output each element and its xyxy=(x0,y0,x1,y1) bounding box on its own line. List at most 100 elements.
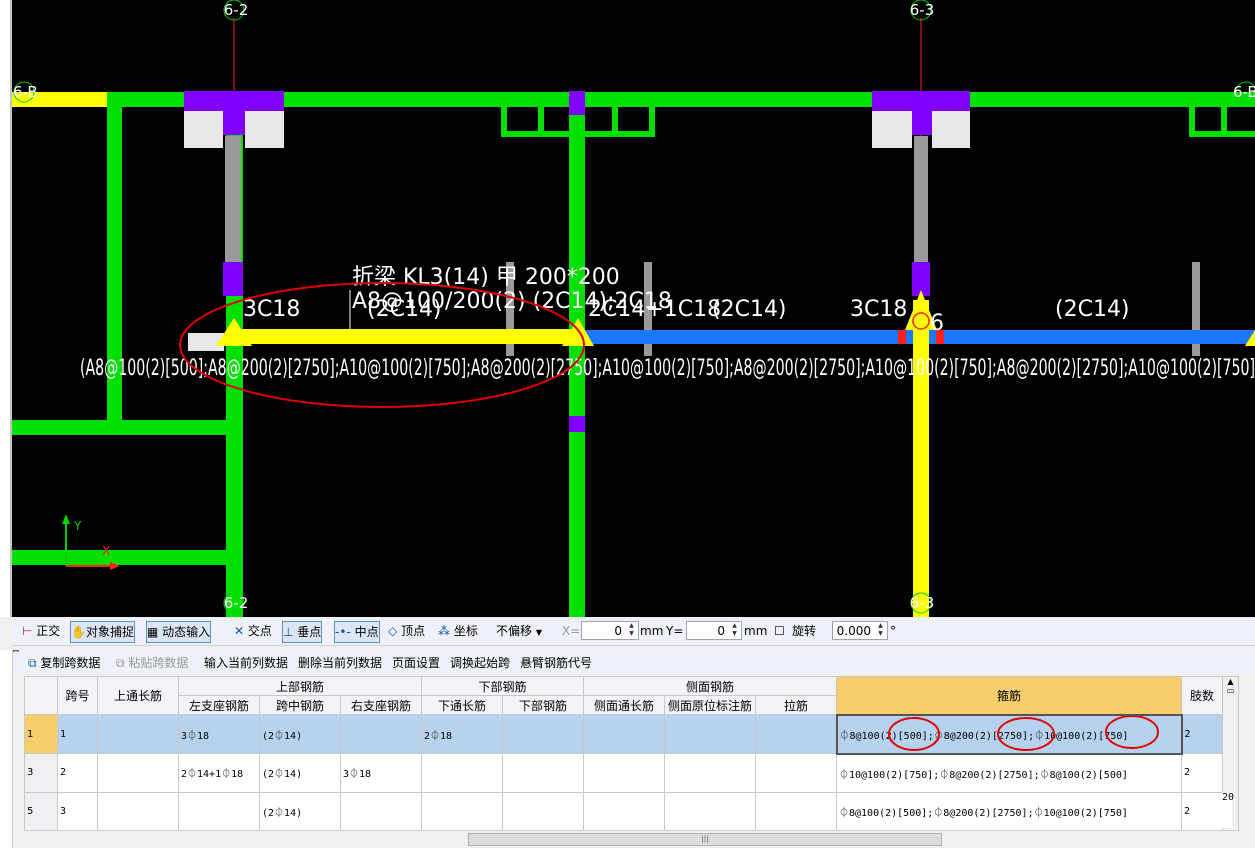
axis-label-6-2-top: 6-2 xyxy=(224,1,249,19)
header-side-original: 侧面原位标注筋 xyxy=(664,695,756,715)
table-row[interactable]: 3 2 2⏀14+1⏀18 (2⏀14) 3⏀18 ⏀10@100(2)[750… xyxy=(24,753,1239,793)
axis-label-6-b-left: 6-B xyxy=(13,83,38,101)
cell-legs[interactable]: 2 xyxy=(1181,753,1223,793)
column-6-2 xyxy=(184,91,284,111)
y-input[interactable]: 0 ▲ ▼ xyxy=(686,621,742,640)
cell-tie[interactable] xyxy=(755,753,837,793)
spinner-icon[interactable]: ▲ ▼ xyxy=(729,622,740,639)
header-tie: 拉筋 xyxy=(755,695,837,715)
cell-stirrup[interactable]: ⏀8@100(2)[500];⏀8@200(2)[2750];⏀10@100(2… xyxy=(836,791,1182,831)
rebar-label-5: 3C18 xyxy=(850,297,907,322)
cell-midspan[interactable]: (2⏀14) xyxy=(259,753,341,793)
scroll-thumb[interactable]: ||| xyxy=(468,833,942,846)
header-bottom-rebar-sub: 下部钢筋 xyxy=(502,695,584,715)
cell-right-support[interactable] xyxy=(340,714,422,754)
object-snap-button[interactable]: ✋对象捕捉 xyxy=(70,621,135,643)
cell-side-continuous[interactable] xyxy=(583,791,665,831)
cell-stirrup[interactable]: ⏀8@100(2)[500];⏀8@200(2)[2750];⏀10@100(2… xyxy=(835,713,1183,755)
header-side-continuous: 侧面通长筋 xyxy=(583,695,665,715)
cell-bottom-continuous[interactable]: 2⏀18 xyxy=(421,714,503,754)
cell-midspan[interactable]: (2⏀14) xyxy=(259,714,341,754)
cad-canvas[interactable]: 6-2 6-3 6-2 6-3 6-B 6-B 折梁 KL3(14) 甲 200… xyxy=(0,0,1255,617)
cell-bottom-rebar[interactable] xyxy=(502,714,584,754)
cell-right-support[interactable] xyxy=(340,791,422,831)
header-span: 跨号 xyxy=(57,676,98,715)
header-side-rebar: 侧面钢筋 xyxy=(583,676,837,696)
delete-column-button[interactable]: 删除当前列数据 xyxy=(298,655,382,671)
table-row[interactable]: 5 3 (2⏀14) ⏀8@100(2)[500];⏀8@200(2)[2750… xyxy=(24,791,1239,831)
header-right-support: 右支座钢筋 xyxy=(340,695,422,715)
cell-span[interactable]: 2 xyxy=(57,753,98,793)
snap-coord-button[interactable]: ⁂ 坐标 xyxy=(438,621,478,641)
paste-span-button[interactable]: ⧉ 粘贴跨数据 xyxy=(116,655,188,671)
cell-midspan[interactable]: (2⏀14) xyxy=(259,791,341,831)
mm-label-1: mm xyxy=(640,624,664,638)
spinner-icon[interactable]: ▲ ▼ xyxy=(626,622,637,639)
rotate-input[interactable]: 0.000 ▲ ▼ xyxy=(832,621,888,640)
rebar-label-3: 2C14+1C18 xyxy=(588,297,721,322)
snap-intersect-button[interactable]: ✕ 交点 xyxy=(234,621,272,641)
header-top-rebar: 上部钢筋 xyxy=(178,676,422,696)
x-input[interactable]: 0 ▲ ▼ xyxy=(581,621,639,640)
ortho-button[interactable]: ⊢ 正交 xyxy=(22,621,60,641)
cell-side-continuous[interactable] xyxy=(583,753,665,793)
beam-v-yellow xyxy=(913,300,929,617)
x-label: X= xyxy=(562,624,581,638)
snap-midpoint-button[interactable]: -•- 中点 xyxy=(334,621,380,643)
left-margin xyxy=(0,650,13,848)
rotate-checkbox[interactable]: ☐ xyxy=(774,621,785,641)
axis-label-6-3-top: 6-3 xyxy=(910,1,935,19)
cell-tie[interactable] xyxy=(755,714,837,754)
cell-side-continuous[interactable] xyxy=(583,714,665,754)
cell-left-support[interactable]: 3⏀18 xyxy=(178,714,260,754)
table-row[interactable]: 1 1 3⏀18 (2⏀14) 2⏀18 ⏀8@100(2)[500];⏀8@2… xyxy=(24,713,1239,755)
grid-toolbar: ⧉ 复制跨数据 ⧉ 粘贴跨数据 输入当前列数据 删除当前列数据 页面设置 调换起… xyxy=(12,652,1255,674)
cell-side-original[interactable] xyxy=(664,791,756,831)
horizontal-scrollbar[interactable]: ||| xyxy=(24,830,1240,847)
cell-bottom-continuous[interactable] xyxy=(421,753,503,793)
snap-perpendicular-button[interactable]: ⊥ 垂点 xyxy=(282,621,323,643)
cell-span[interactable]: 3 xyxy=(57,791,98,831)
page-setup-button[interactable]: 页面设置 xyxy=(392,655,440,671)
axis-label-6-b-right: 6-B xyxy=(1233,83,1255,101)
offset-dropdown[interactable]: 不偏移 ▼ xyxy=(496,621,542,641)
input-column-button[interactable]: 输入当前列数据 xyxy=(204,655,288,671)
cell-legs[interactable]: 2 xyxy=(1181,714,1223,754)
annotation-circles xyxy=(887,716,1159,751)
swap-start-span-button[interactable]: 调换起始跨 xyxy=(450,655,510,671)
cell-tie[interactable] xyxy=(755,791,837,831)
svg-text:X: X xyxy=(102,544,110,558)
cell-bottom-continuous[interactable] xyxy=(421,791,503,831)
cell-side-original[interactable] xyxy=(664,714,756,754)
copy-span-button[interactable]: ⧉ 复制跨数据 xyxy=(28,655,100,671)
header-stirrup: 箍筋 xyxy=(836,676,1182,715)
cell-top-continuous[interactable] xyxy=(97,753,179,793)
cell-right-support[interactable]: 3⏀18 xyxy=(340,753,422,793)
rebar-label-6: 6 xyxy=(930,311,944,336)
row-number[interactable]: 5 xyxy=(24,791,58,831)
row-number[interactable]: 1 xyxy=(24,714,58,754)
degree-label: ° xyxy=(890,624,896,638)
beam-selected[interactable] xyxy=(228,329,580,344)
header-legs: 肢数 xyxy=(1181,676,1223,715)
cell-bottom-rebar[interactable] xyxy=(502,791,584,831)
cell-left-support[interactable]: 2⏀14+1⏀18 xyxy=(178,753,260,793)
cell-left-support[interactable] xyxy=(178,791,260,831)
cell-bottom-rebar[interactable] xyxy=(502,753,584,793)
dynamic-input-button[interactable]: ▦ 动态输入 xyxy=(146,621,212,643)
cell-stirrup[interactable]: ⏀10@100(2)[750];⏀8@200(2)[2750];⏀8@100(2… xyxy=(836,753,1182,793)
snap-toolbar: ⊢ 正交 ✋对象捕捉 ▦ 动态输入 ✕ 交点 ⊥ 垂点 -•- 中点 ◇ 顶点 … xyxy=(12,617,1255,646)
cell-legs[interactable]: 2 xyxy=(1181,791,1223,831)
cell-span[interactable]: 1 xyxy=(57,714,98,754)
cell-top-continuous[interactable] xyxy=(97,714,179,754)
axis-label-6-2-bottom: 6-2 xyxy=(224,594,249,612)
row-number[interactable]: 3 xyxy=(24,753,58,793)
cell-side-original[interactable] xyxy=(664,753,756,793)
cell-top-continuous[interactable] xyxy=(97,791,179,831)
y-label: Y= xyxy=(666,624,684,638)
left-ruler xyxy=(0,0,12,617)
cantilever-code-button[interactable]: 悬臂钢筋代号 xyxy=(520,655,592,671)
spinner-icon[interactable]: ▲ ▼ xyxy=(875,622,886,639)
snap-vertex-button[interactable]: ◇ 顶点 xyxy=(388,621,425,641)
rebar-label-1: 3C18 xyxy=(243,297,300,322)
